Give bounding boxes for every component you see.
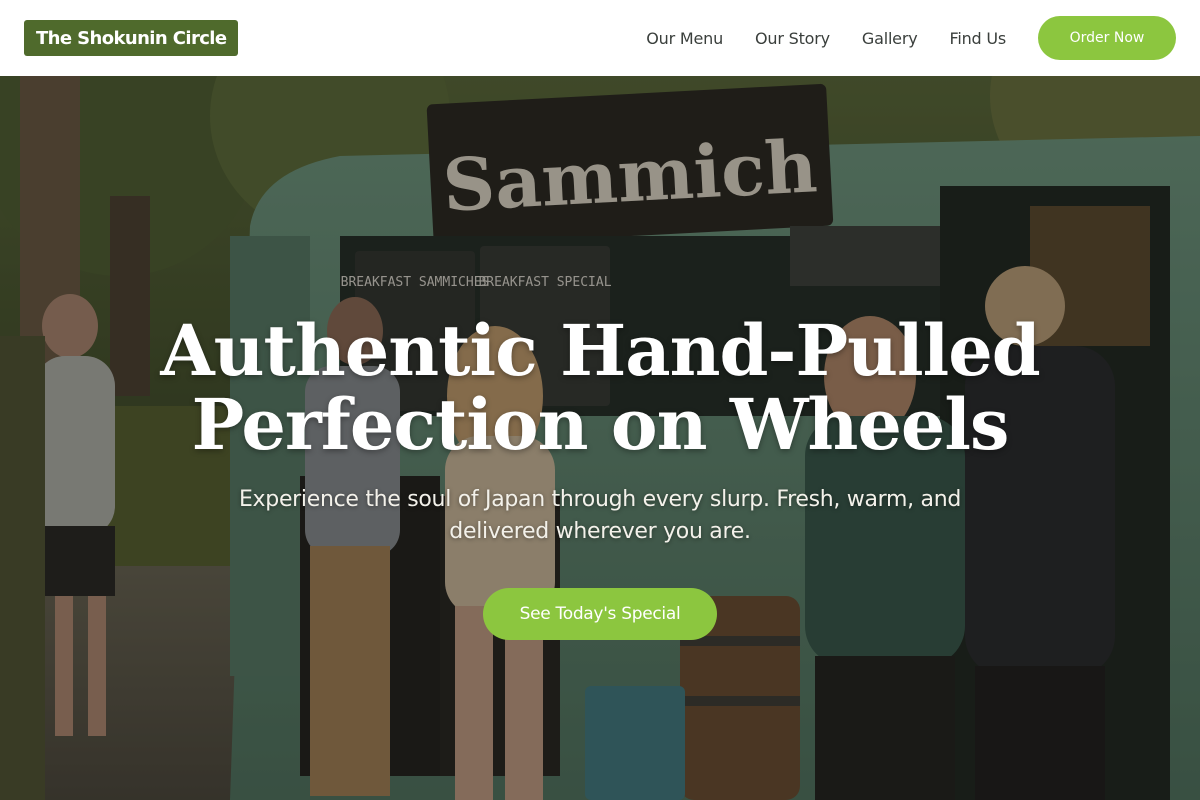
nav-link-gallery[interactable]: Gallery xyxy=(862,29,918,48)
brand-logo[interactable]: The Shokunin Circle xyxy=(24,20,239,56)
nav-link-find-us[interactable]: Find Us xyxy=(949,29,1006,48)
main-nav: Our Menu Our Story Gallery Find Us Order… xyxy=(646,16,1176,60)
hero-content: Authentic Hand-Pulled Perfection on Whee… xyxy=(0,314,1200,640)
hero-section: Sammich BREAKFAST SAMMICHES BREAKFAST SP… xyxy=(0,76,1200,800)
order-now-button[interactable]: Order Now xyxy=(1038,16,1176,60)
site-header: The Shokunin Circle Our Menu Our Story G… xyxy=(0,0,1200,76)
hero-subtitle: Experience the soul of Japan through eve… xyxy=(238,487,962,544)
see-todays-special-button[interactable]: See Today's Special xyxy=(483,588,717,640)
nav-link-our-menu[interactable]: Our Menu xyxy=(646,29,723,48)
hero-title: Authentic Hand-Pulled Perfection on Whee… xyxy=(160,309,1040,466)
nav-link-our-story[interactable]: Our Story xyxy=(755,29,830,48)
